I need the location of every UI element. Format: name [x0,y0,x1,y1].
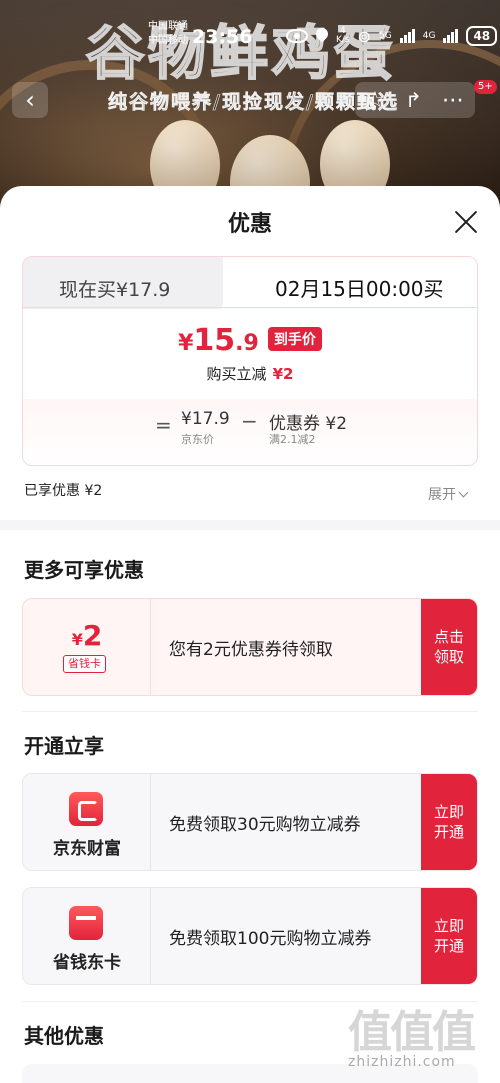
status-time: 23:56 [192,26,253,48]
chevron-down-icon [458,487,469,498]
open-jd-wealth-button[interactable]: 立即开通 [421,774,477,870]
more-icon[interactable]: ⋯ [442,88,465,113]
signal-icon [443,29,459,43]
jd-wealth-icon [69,792,103,826]
section-title-open-enjoy: 开通立享 [24,734,104,758]
tab-buy-later[interactable]: 02月15日00:00买 [223,257,477,309]
section-title-more-offers: 更多可享优惠 [24,558,144,582]
banner-actions: ☆ ↱ ⋯ [355,82,475,118]
close-icon[interactable] [452,208,480,236]
price-calculation: = ¥17.9 京东价 − 优惠券 ¥2 满2.1减2 [23,399,477,465]
discount-sheet: 优惠 现在买¥17.9 02月15日00:00买 ¥15.9 到手价 购买立减 ¥… [0,186,500,1083]
battery-icon: 48 [466,26,498,46]
site-watermark: 值值值 zhizhizhi.com [348,1007,476,1070]
coupon-row: ¥2 省钱卡 您有2元优惠券待领取 点击领取 [22,598,478,696]
coupon-rule: 满2.1减2 [269,433,316,446]
offer-row-jd-card: 省钱东卡 免费领取100元购物立减券 立即开通 [22,887,478,985]
net-speed: 4 K/s [336,26,350,45]
back-button[interactable]: ‹ [12,82,48,118]
brand-name: 京东财富 [53,839,121,859]
coupon-amount: ¥2 [71,619,103,652]
chevron-left-icon: ‹ [25,86,35,114]
offer-row-jd-wealth: 京东财富 免费领取30元购物立减券 立即开通 [22,773,478,871]
sheet-title: 优惠 [227,212,272,237]
offer-text: 免费领取30元购物立减券 [169,814,361,835]
final-price-tag: 到手价 [267,327,322,351]
enjoyed-discount: 已享优惠 ¥2 [24,483,103,499]
coupon-type-badge: 省钱卡 [63,655,106,673]
message-badge: 5+ [474,80,497,94]
final-price: ¥15.9 到手价 [23,323,477,358]
open-jd-card-button[interactable]: 立即开通 [421,888,477,984]
offer-text: 免费领取100元购物立减券 [169,928,372,949]
jd-price-label: 京东价 [181,433,214,446]
claim-coupon-button[interactable]: 点击领取 [421,599,477,695]
section-title-other-offers: 其他优惠 [24,1024,104,1048]
jd-card-icon [69,906,103,940]
hotspot-icon: ⊚ [357,26,372,46]
signal-5g-label: 5G [379,31,392,41]
brand-name: 省钱东卡 [53,953,121,973]
favorite-star-icon[interactable]: ☆ [365,88,385,113]
location-icon [316,28,328,44]
expand-button[interactable]: 展开 [428,484,469,504]
coupon-text: 您有2元优惠券待领取 [169,639,333,660]
share-icon[interactable]: ↱ [405,88,422,112]
price-card: 现在买¥17.9 02月15日00:00买 ¥15.9 到手价 购买立减 ¥2 =… [22,256,478,466]
tab-buy-now[interactable]: 现在买¥17.9 [23,257,238,309]
signal-4g-label: 4G [422,31,436,41]
eye-comfort-icon [286,29,308,43]
reduce-line: 购买立减 ¥2 [206,365,294,383]
jd-price: ¥17.9 [181,409,230,429]
carrier-labels: 中国联通 中国移动 [148,21,188,46]
signal-icon [399,29,415,43]
status-bar: 中国联通 中国移动 23:56 4 K/s ⊚ 5G 4G 48 [0,0,500,48]
